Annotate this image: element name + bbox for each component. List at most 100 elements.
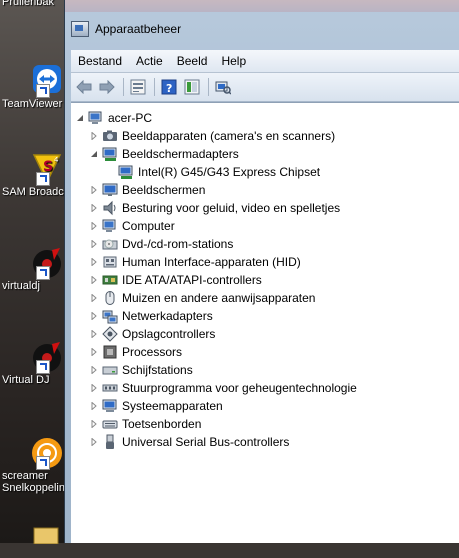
tree-root-label: acer-PC bbox=[108, 111, 153, 125]
hid-icon bbox=[102, 254, 118, 270]
expand-icon[interactable] bbox=[89, 257, 99, 267]
tree-item-label: Universal Serial Bus-controllers bbox=[122, 435, 290, 449]
desktop-icon-partial[interactable] bbox=[0, 524, 64, 558]
help-button[interactable]: ? bbox=[160, 78, 178, 96]
desktop-icon-teamviewer[interactable]: TeamViewer bbox=[0, 64, 64, 110]
expand-icon[interactable] bbox=[89, 419, 99, 429]
tree-item-label: Beeldapparaten (camera's en scanners) bbox=[122, 129, 336, 143]
camera-icon bbox=[102, 128, 118, 144]
processor-icon bbox=[102, 344, 118, 360]
system-device-icon bbox=[102, 398, 118, 414]
help-icon: ? bbox=[161, 79, 177, 95]
ide-controller-icon bbox=[102, 272, 118, 288]
desktop-icon-virtualdj[interactable]: virtualdj bbox=[0, 246, 64, 292]
collapse-icon[interactable] bbox=[75, 113, 85, 123]
expand-icon[interactable] bbox=[89, 401, 99, 411]
tree-item-hid[interactable]: Human Interface-apparaten (HID) bbox=[71, 253, 459, 271]
virtual-dj-icon bbox=[30, 340, 64, 374]
tree-item-display-adapter[interactable]: Beeldschermadapters bbox=[71, 145, 459, 163]
tree-item-storage-controller[interactable]: Opslagcontrollers bbox=[71, 325, 459, 343]
svg-text:?: ? bbox=[166, 82, 172, 95]
mouse-icon bbox=[102, 290, 118, 306]
tree-item-label: Processors bbox=[122, 345, 183, 359]
desktop-icon-label: TeamViewer bbox=[2, 98, 63, 110]
expand-icon[interactable] bbox=[89, 275, 99, 285]
expand-icon[interactable] bbox=[89, 221, 99, 231]
menu-bestand[interactable]: Bestand bbox=[71, 54, 129, 68]
expand-icon[interactable] bbox=[89, 293, 99, 303]
tree-child-item[interactable]: Intel(R) G45/G43 Express Chipset bbox=[71, 163, 459, 181]
expand-icon[interactable] bbox=[89, 437, 99, 447]
display-adapter-icon bbox=[102, 146, 118, 162]
menu-help[interactable]: Help bbox=[214, 54, 253, 68]
desktop-icon-label: Snelkoppeling bbox=[2, 482, 66, 494]
tree-item-label: Beeldschermen bbox=[122, 183, 206, 197]
device-manager-window: Apparaatbeheer Bestand Actie Beeld Help … bbox=[64, 0, 459, 543]
desktop-icon-recycle-bin[interactable]: Prullenbak bbox=[0, 0, 64, 8]
tree-item-label: Dvd-/cd-rom-stations bbox=[122, 237, 234, 251]
keyboard-icon bbox=[102, 416, 118, 432]
expand-icon[interactable] bbox=[89, 365, 99, 375]
tree-item-speaker[interactable]: Besturing voor geluid, video en spelletj… bbox=[71, 199, 459, 217]
tree-item-label: Opslagcontrollers bbox=[122, 327, 216, 341]
teamviewer-icon bbox=[30, 64, 64, 98]
computer-icon bbox=[102, 218, 118, 234]
tree-item-keyboard[interactable]: Toetsenborden bbox=[71, 415, 459, 433]
desktop-icon-sam-broadcaster[interactable]: S 4 SAM Broadcaster bbox=[0, 152, 66, 198]
computer-icon bbox=[88, 110, 104, 126]
device-manager-icon bbox=[71, 21, 89, 37]
tree-item-ide-controller[interactable]: IDE ATA/ATAPI-controllers bbox=[71, 271, 459, 289]
display-adapter-icon bbox=[118, 164, 134, 180]
forward-button[interactable] bbox=[98, 78, 116, 96]
tree-item-network-adapter[interactable]: Netwerkadapters bbox=[71, 307, 459, 325]
view-icon bbox=[184, 79, 200, 95]
tree-item-disk-drive[interactable]: Schijfstations bbox=[71, 361, 459, 379]
tree-item-memory-driver[interactable]: Stuurprogramma voor geheugentechnologie bbox=[71, 379, 459, 397]
screamer-radio-icon bbox=[30, 436, 64, 470]
tree-item-monitor[interactable]: Beeldschermen bbox=[71, 181, 459, 199]
view-button[interactable] bbox=[183, 78, 201, 96]
expand-icon[interactable] bbox=[89, 203, 99, 213]
desktop-icon-label: SAM Broadcaster bbox=[2, 186, 66, 198]
tree-item-usb[interactable]: Universal Serial Bus-controllers bbox=[71, 433, 459, 451]
tree-item-processor[interactable]: Processors bbox=[71, 343, 459, 361]
tree-item-label: IDE ATA/ATAPI-controllers bbox=[122, 273, 262, 287]
back-button[interactable] bbox=[75, 78, 93, 96]
disk-drive-icon bbox=[102, 362, 118, 378]
toolbar: ? bbox=[71, 73, 459, 102]
desktop-icon-virtual-dj[interactable]: Virtual DJ bbox=[0, 340, 64, 386]
tree-item-camera[interactable]: Beeldapparaten (camera's en scanners) bbox=[71, 127, 459, 145]
scan-hardware-button[interactable] bbox=[214, 78, 232, 96]
tree-item-mouse[interactable]: Muizen en andere aanwijsapparaten bbox=[71, 289, 459, 307]
tree-item-label: Toetsenborden bbox=[122, 417, 202, 431]
menu-beeld[interactable]: Beeld bbox=[170, 54, 215, 68]
sam-broadcaster-icon: S 4 bbox=[30, 152, 64, 186]
toolbar-separator bbox=[123, 78, 124, 96]
tree-item-system-device[interactable]: Systeemapparaten bbox=[71, 397, 459, 415]
expand-icon[interactable] bbox=[89, 239, 99, 249]
expand-icon[interactable] bbox=[89, 131, 99, 141]
expand-icon[interactable] bbox=[89, 185, 99, 195]
collapse-icon[interactable] bbox=[89, 149, 99, 159]
storage-controller-icon bbox=[102, 326, 118, 342]
title-bar[interactable]: Apparaatbeheer bbox=[71, 14, 459, 44]
tree-item-label: Beeldschermadapters bbox=[122, 147, 239, 161]
monitor-icon bbox=[102, 182, 118, 198]
expand-icon[interactable] bbox=[89, 347, 99, 357]
tree-item-computer[interactable]: Computer bbox=[71, 217, 459, 235]
expand-icon[interactable] bbox=[89, 383, 99, 393]
expand-icon[interactable] bbox=[89, 329, 99, 339]
desktop-icon-screamer[interactable]: screamer Snelkoppeling bbox=[0, 436, 66, 494]
desktop-icon-label: Virtual DJ bbox=[2, 374, 50, 386]
tree-item-dvd-drive[interactable]: Dvd-/cd-rom-stations bbox=[71, 235, 459, 253]
speaker-icon bbox=[102, 200, 118, 216]
properties-icon bbox=[130, 79, 146, 95]
menu-actie[interactable]: Actie bbox=[129, 54, 170, 68]
tree-root[interactable]: acer-PC bbox=[71, 109, 459, 127]
dvd-drive-icon bbox=[102, 236, 118, 252]
memory-driver-icon bbox=[102, 380, 118, 396]
tree-item-label: Stuurprogramma voor geheugentechnologie bbox=[122, 381, 357, 395]
toolbar-separator bbox=[154, 78, 155, 96]
expand-icon[interactable] bbox=[89, 311, 99, 321]
properties-button[interactable] bbox=[129, 78, 147, 96]
